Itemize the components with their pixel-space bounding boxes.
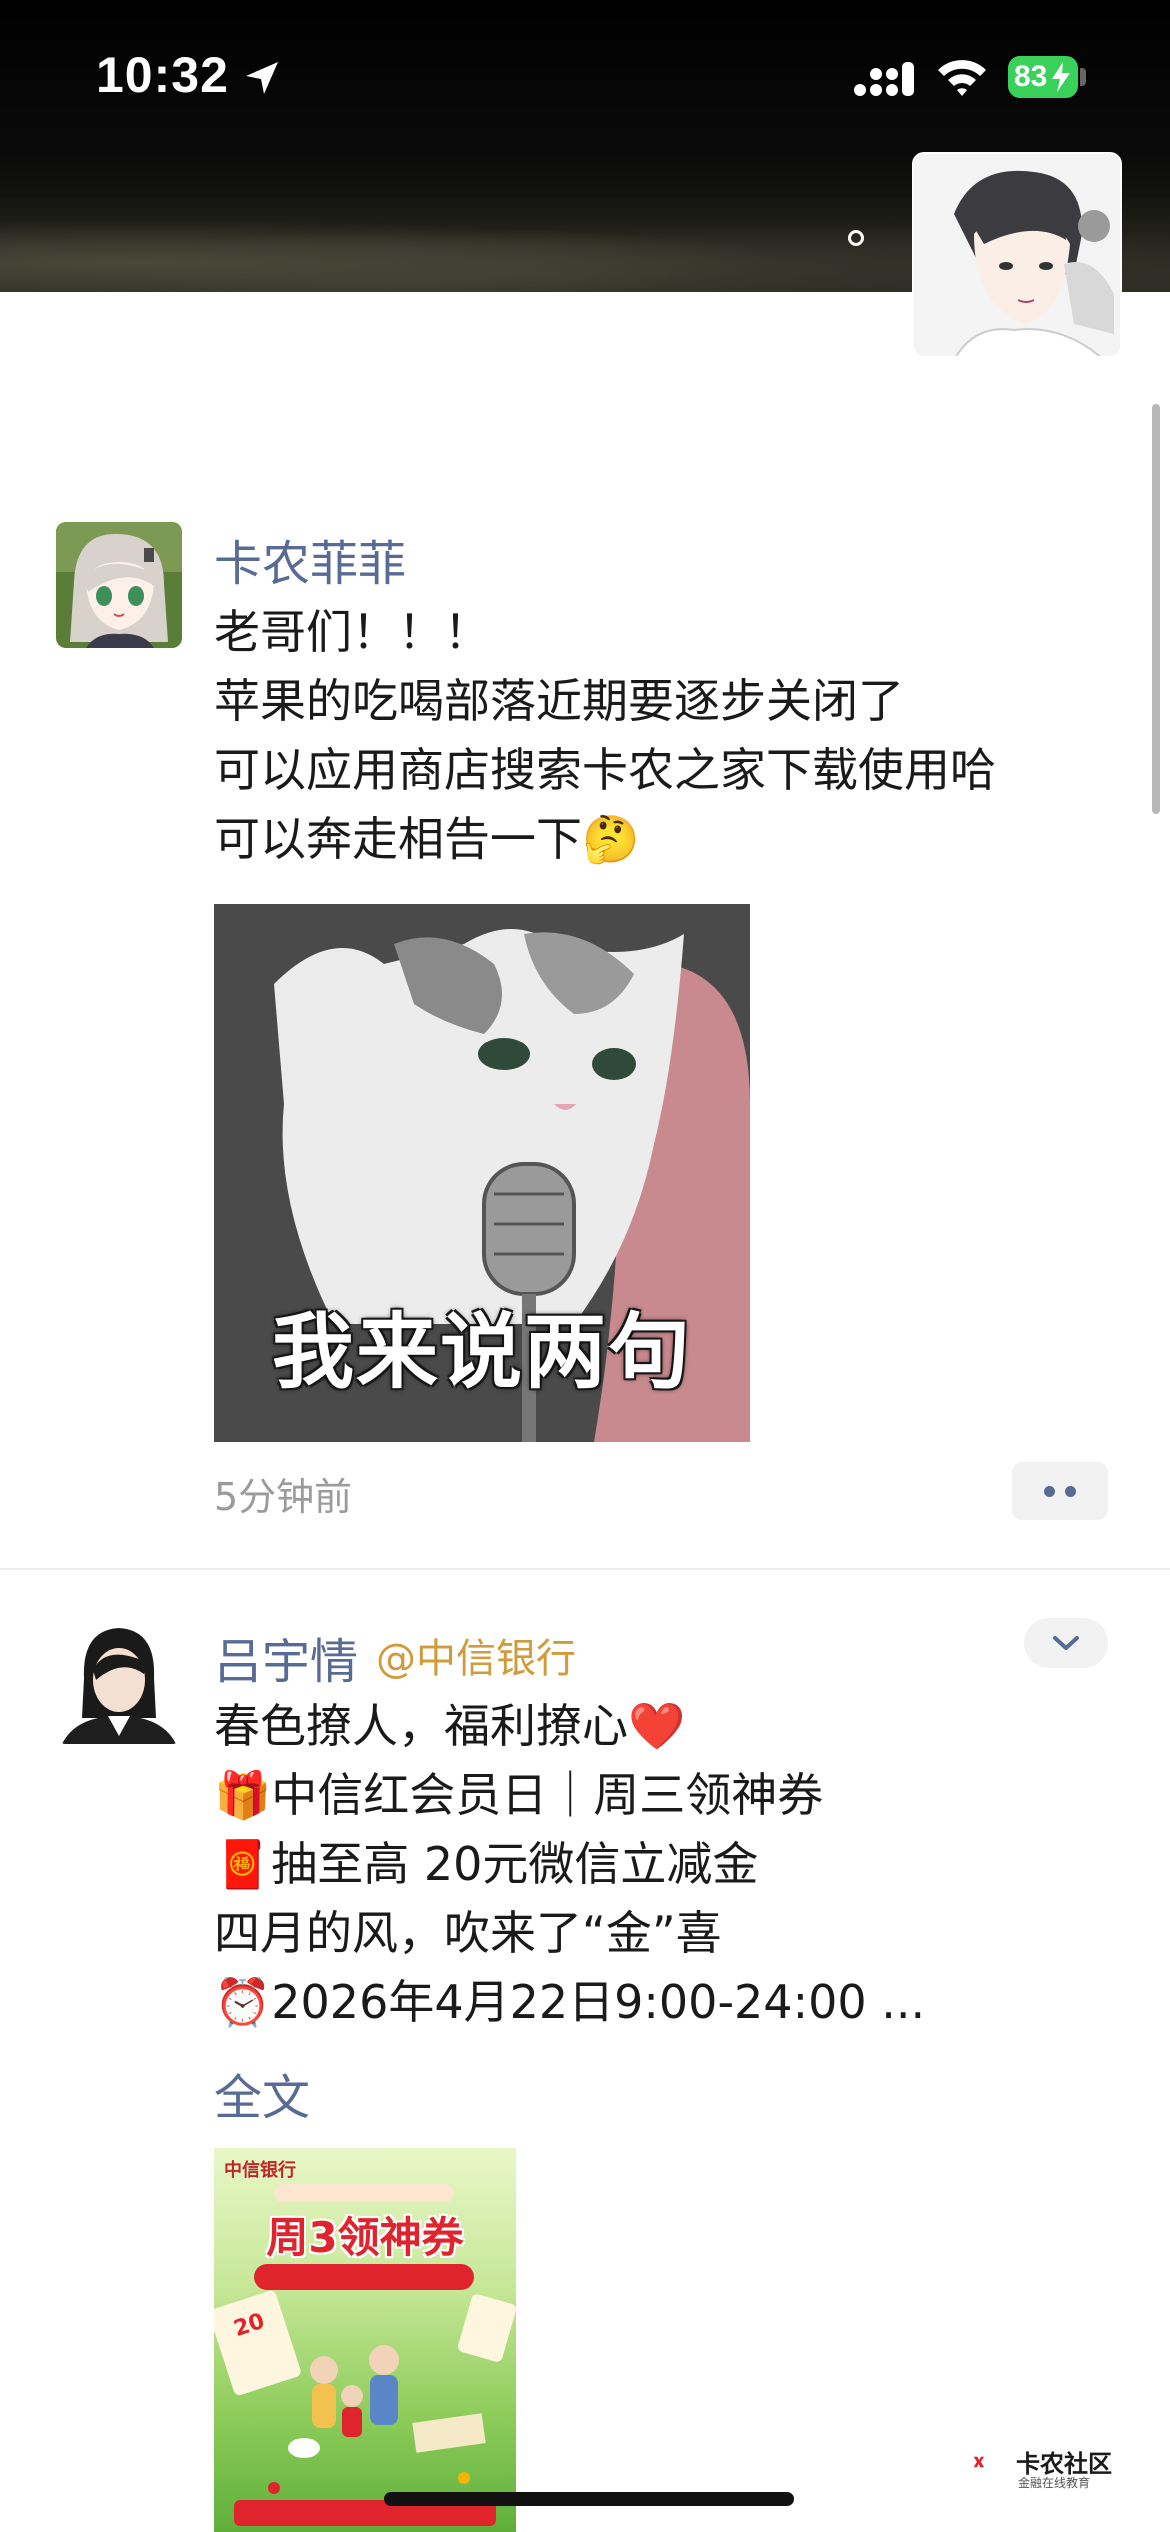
post-line: 🎁中信红会员日｜周三领神券 [214, 1768, 824, 1822]
location-arrow-icon [246, 62, 278, 94]
post-line: 苹果的吃喝部落近期要逐步关闭了 [214, 674, 904, 728]
post-author[interactable]: 卡农菲菲 [214, 524, 406, 594]
post-time: 5分钟前 [214, 1475, 353, 1519]
post-line: 可以奔走相告一下🤔 [214, 812, 640, 866]
post-divider [0, 1568, 1170, 1570]
post-line: 可以应用商店搜索卡农之家下载使用哈 [214, 743, 996, 797]
cover-dot [848, 230, 864, 246]
comment-like-button[interactable] [1012, 1462, 1108, 1520]
post-author[interactable]: 吕宇情 [214, 1622, 358, 1692]
post-line: 四月的风，吹来了“金”喜 [214, 1906, 722, 1960]
post-line: 🧧抽至高 20元微信立减金 [214, 1837, 759, 1891]
chevron-down-icon [1053, 1636, 1079, 1650]
charging-bolt-icon [1052, 62, 1070, 92]
expand-menu-button[interactable] [1024, 1618, 1108, 1668]
post-line: 春色撩人，福利撩心❤️ [214, 1699, 686, 1753]
image-caption: 我来说两句 [271, 1305, 692, 1400]
home-indicator[interactable] [384, 2492, 794, 2506]
dot-icon [1065, 1485, 1076, 1497]
watermark-subtext: 金融在线教育 [1018, 2476, 1091, 2490]
post-avatar[interactable] [56, 522, 182, 648]
family-picnic-picture [268, 2345, 486, 2494]
post-image[interactable]: 我来说两句 [214, 904, 750, 1442]
post-image[interactable]: 中信银行 周3领神券 20 [214, 2148, 516, 2532]
wifi-icon [938, 60, 986, 96]
dot-icon [1044, 1485, 1055, 1497]
anime-girl-avatar-icon [56, 522, 182, 648]
post-avatar[interactable] [56, 1618, 182, 1744]
kanong-logo-icon [973, 2456, 985, 2468]
mention-link[interactable]: @中信银行 [376, 1626, 576, 1684]
status-time: 10:32 [96, 47, 229, 103]
post-line: 老哥们！！！ [214, 605, 490, 659]
full-text-link[interactable]: 全文 [214, 2058, 310, 2128]
post-line: ⏰2026年4月22日9:00-24:00 ... [214, 1975, 926, 2029]
profile-avatar[interactable] [912, 152, 1122, 358]
cellular-signal-icon [854, 62, 914, 96]
anime-boy-avatar-icon [914, 154, 1120, 356]
portrait-avatar-icon [56, 1618, 182, 1744]
battery-tip [1080, 68, 1086, 86]
scrollbar[interactable] [1152, 404, 1160, 814]
